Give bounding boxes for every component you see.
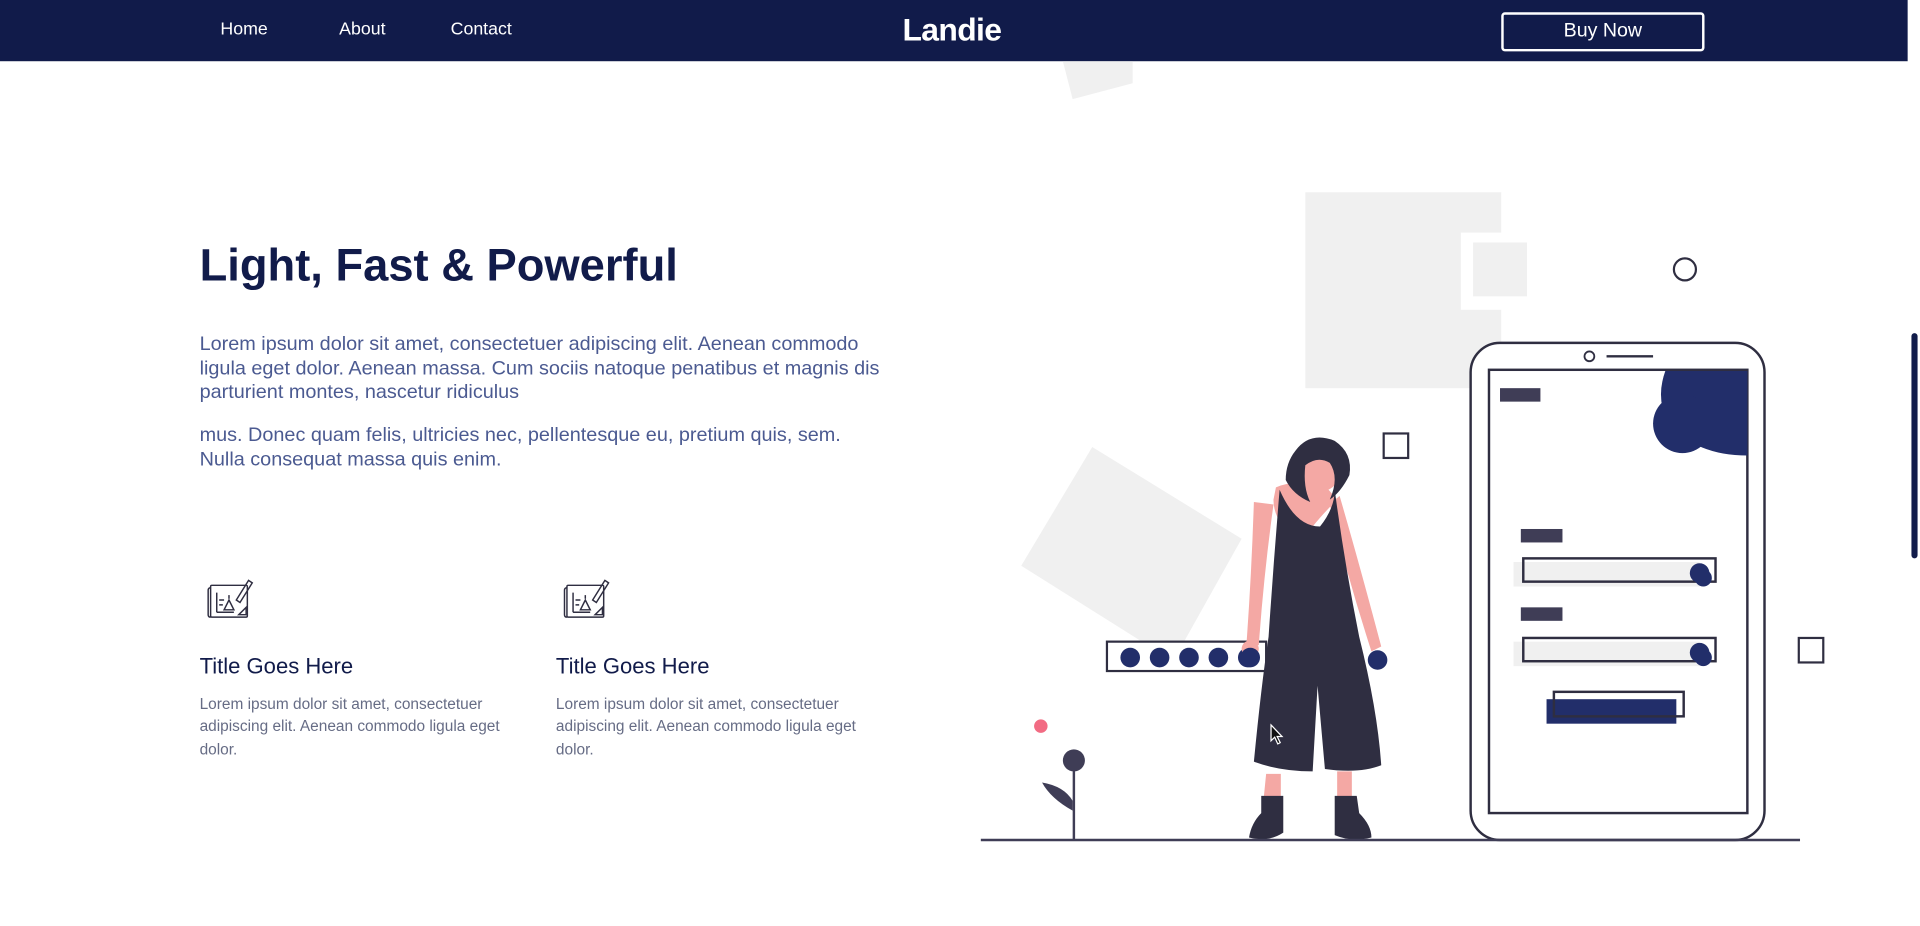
hero-paragraph: mus. Donec quam felis, ultricies nec, pe…: [199, 423, 841, 470]
blueprint-icon: [563, 579, 610, 618]
feature-title: Title Goes Here: [555, 653, 710, 679]
nav-link-contact[interactable]: Contact: [451, 20, 512, 40]
page: Home About Contact Landie Buy Now Light,…: [0, 0, 1920, 926]
blueprint-icon: [207, 579, 254, 618]
top-navbar: Home About Contact Landie Buy Now: [0, 0, 1908, 62]
plant-illustration: [1034, 719, 1085, 841]
brand-logo[interactable]: Landie: [902, 11, 1002, 49]
hero-paragraph: Lorem ipsum dolor sit amet, consectetuer…: [199, 333, 880, 404]
viewport: Home About Contact Landie Buy Now Light,…: [0, 0, 1920, 926]
buy-now-button[interactable]: Buy Now: [1501, 12, 1705, 52]
hero-illustration: [980, 61, 1825, 842]
phone-illustration: [1469, 341, 1766, 842]
feature-text: Lorem ipsum dolor sit amet, consectetuer…: [555, 695, 856, 758]
woman-illustration: [1240, 437, 1388, 840]
mouse-cursor-icon: [1270, 723, 1284, 745]
scrollbar-thumb[interactable]: [1911, 333, 1918, 559]
feature-title: Title Goes Here: [199, 653, 354, 679]
nav-link-about[interactable]: About: [339, 20, 385, 40]
hero-title: Light, Fast & Powerful: [199, 240, 678, 291]
nav-link-home[interactable]: Home: [220, 20, 267, 40]
feature-text: Lorem ipsum dolor sit amet, consectetuer…: [199, 695, 500, 758]
